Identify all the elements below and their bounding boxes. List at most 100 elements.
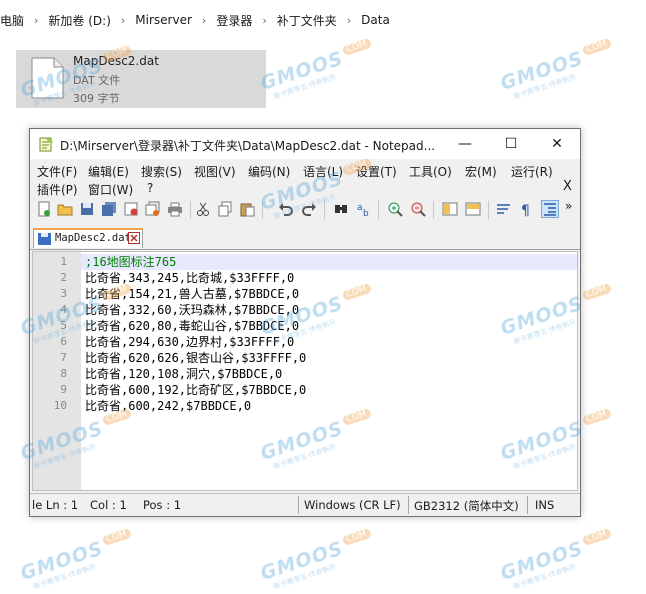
open-file-icon[interactable] — [57, 201, 73, 217]
menu-language[interactable]: 语言(L) — [303, 163, 343, 180]
breadcrumb-item-data[interactable]: Data — [355, 13, 396, 27]
tab-bar: MapDesc2.dat — [30, 225, 580, 250]
close-button[interactable]: ✕ — [534, 129, 580, 159]
code-line: ;16地图标注765 — [85, 255, 177, 269]
text-editor[interactable]: 1 2 3 4 5 6 7 8 9 10 ;16地图标注765 比奇省,343,… — [32, 251, 578, 491]
menu-window[interactable]: 窗口(W) — [88, 181, 133, 198]
window-title: D:\Mirserver\登录器\补丁文件夹\Data\MapDesc2.dat… — [60, 139, 436, 153]
line-number: 1 — [60, 255, 67, 268]
breadcrumb-item-drive[interactable]: 新加卷 (D:) — [42, 12, 116, 29]
status-separator — [408, 496, 409, 514]
breadcrumb-item-launcher[interactable]: 登录器 — [210, 12, 258, 29]
close-icon[interactable] — [123, 201, 139, 217]
status-eol[interactable]: Windows (CR LF) — [304, 498, 401, 512]
title-bar[interactable]: D:\Mirserver\登录器\补丁文件夹\Data\MapDesc2.dat… — [30, 129, 580, 159]
toolbar-overflow-button[interactable]: » — [565, 199, 572, 213]
svg-text:b: b — [363, 209, 369, 217]
file-type: DAT 文件 — [73, 74, 121, 87]
menu-search[interactable]: 搜索(S) — [141, 163, 182, 180]
new-file-icon[interactable] — [36, 201, 52, 217]
watermark: GMOOSCOM 斯卡赛零五·传奇新开 — [498, 527, 619, 594]
menu-tools[interactable]: 工具(O) — [409, 163, 452, 180]
code-line: 比奇省,294,630,边界村,$33FFFF,0 — [85, 335, 295, 349]
zoom-in-icon[interactable] — [387, 201, 403, 217]
breadcrumb-item-computer[interactable]: 电脑 — [0, 12, 30, 29]
code-line: 比奇省,120,108,洞穴,$7BBDCE,0 — [85, 367, 283, 381]
zoom-out-icon[interactable] — [410, 201, 426, 217]
print-icon[interactable] — [167, 201, 183, 217]
watermark: GMOOSCOM 斯卡赛零五·传奇新开 — [498, 37, 619, 104]
menu-file[interactable]: 文件(F) — [37, 163, 77, 180]
chevron-right-icon[interactable]: › — [30, 14, 42, 27]
line-number: 7 — [60, 351, 67, 364]
watermark: GMOOSCOM 斯卡赛零五·传奇新开 — [258, 527, 379, 594]
line-number: 10 — [53, 399, 67, 412]
status-separator — [527, 496, 528, 514]
copy-icon[interactable] — [217, 201, 233, 217]
file-size: 309 字节 — [73, 92, 120, 105]
toolbar-separator — [262, 201, 263, 219]
svg-text:¶: ¶ — [521, 203, 530, 217]
code-line: 比奇省,600,192,比奇矿区,$7BBDCE,0 — [85, 383, 307, 397]
line-number: 3 — [60, 287, 67, 300]
sync-horizontal-icon[interactable] — [465, 201, 481, 217]
line-number: 8 — [60, 367, 67, 380]
close-all-icon[interactable] — [145, 201, 161, 217]
status-line: le Ln : 1 — [32, 498, 79, 512]
breadcrumb-item-patch-folder[interactable]: 补丁文件夹 — [271, 12, 343, 29]
status-position: Pos : 1 — [143, 498, 182, 512]
indent-guide-icon[interactable] — [541, 200, 559, 218]
code-line: 比奇省,154,21,兽人古墓,$7BBDCE,0 — [85, 287, 300, 301]
paste-icon[interactable] — [239, 201, 255, 217]
save-all-icon[interactable] — [101, 201, 117, 217]
menu-edit[interactable]: 编辑(E) — [88, 163, 129, 180]
chevron-right-icon[interactable]: › — [258, 14, 270, 27]
toolbar-separator — [488, 201, 489, 219]
line-number: 4 — [60, 303, 67, 316]
tab-mapdesc2[interactable]: MapDesc2.dat — [33, 228, 143, 248]
menu-view[interactable]: 视图(V) — [194, 163, 236, 180]
tab-close-icon[interactable] — [128, 232, 140, 244]
cut-icon[interactable] — [195, 201, 211, 217]
word-wrap-icon[interactable] — [496, 201, 512, 217]
sync-vertical-icon[interactable] — [442, 201, 458, 217]
replace-icon[interactable]: ab — [356, 201, 372, 217]
undo-icon[interactable] — [278, 201, 294, 217]
status-encoding[interactable]: GB2312 (简体中文) — [414, 498, 519, 514]
menu-macro[interactable]: 宏(M) — [465, 163, 497, 180]
code-line: 比奇省,620,80,毒蛇山谷,$7BBDCE,0 — [85, 319, 300, 333]
redo-icon[interactable] — [301, 201, 317, 217]
status-insert-mode[interactable]: INS — [535, 498, 554, 512]
notepad-app-icon — [39, 137, 53, 152]
menu-encoding[interactable]: 编码(N) — [248, 163, 290, 180]
menu-run[interactable]: 运行(R) — [511, 163, 553, 180]
line-number: 5 — [60, 319, 67, 332]
line-number: 9 — [60, 383, 67, 396]
maximize-button[interactable]: ☐ — [488, 129, 534, 159]
line-number: 2 — [60, 271, 67, 284]
menu-bar: 文件(F) 编辑(E) 搜索(S) 视图(V) 编码(N) 语言(L) 设置(T… — [30, 161, 580, 197]
status-column: Col : 1 — [90, 498, 127, 512]
toolbar-separator — [378, 201, 379, 219]
show-all-chars-icon[interactable]: ¶ — [519, 201, 535, 217]
notepad-window: D:\Mirserver\登录器\补丁文件夹\Data\MapDesc2.dat… — [29, 128, 581, 517]
file-name: MapDesc2.dat — [73, 54, 159, 68]
find-icon[interactable] — [333, 201, 349, 217]
toolbar-separator — [190, 201, 191, 219]
chevron-right-icon[interactable]: › — [117, 14, 129, 27]
menu-settings[interactable]: 设置(T) — [356, 163, 397, 180]
chevron-right-icon[interactable]: › — [198, 14, 210, 27]
menu-help[interactable]: ? — [147, 181, 153, 195]
menu-plugins[interactable]: 插件(P) — [37, 181, 78, 198]
toolbar-separator — [433, 201, 434, 219]
chevron-right-icon[interactable]: › — [343, 14, 355, 27]
watermark: GMOOSCOM 斯卡赛零五·传奇新开 — [258, 37, 379, 104]
close-document-button[interactable]: X — [563, 179, 572, 194]
minimize-button[interactable]: — — [442, 129, 488, 159]
watermark: GMOOSCOM 斯卡赛零五·传奇新开 — [18, 527, 139, 594]
file-item-mapdesc2[interactable]: MapDesc2.dat DAT 文件 309 字节 — [16, 50, 266, 108]
breadcrumb-item-mirserver[interactable]: Mirserver — [129, 13, 198, 27]
save-icon — [38, 233, 51, 245]
toolbar-separator — [324, 201, 325, 219]
save-icon[interactable] — [79, 201, 95, 217]
